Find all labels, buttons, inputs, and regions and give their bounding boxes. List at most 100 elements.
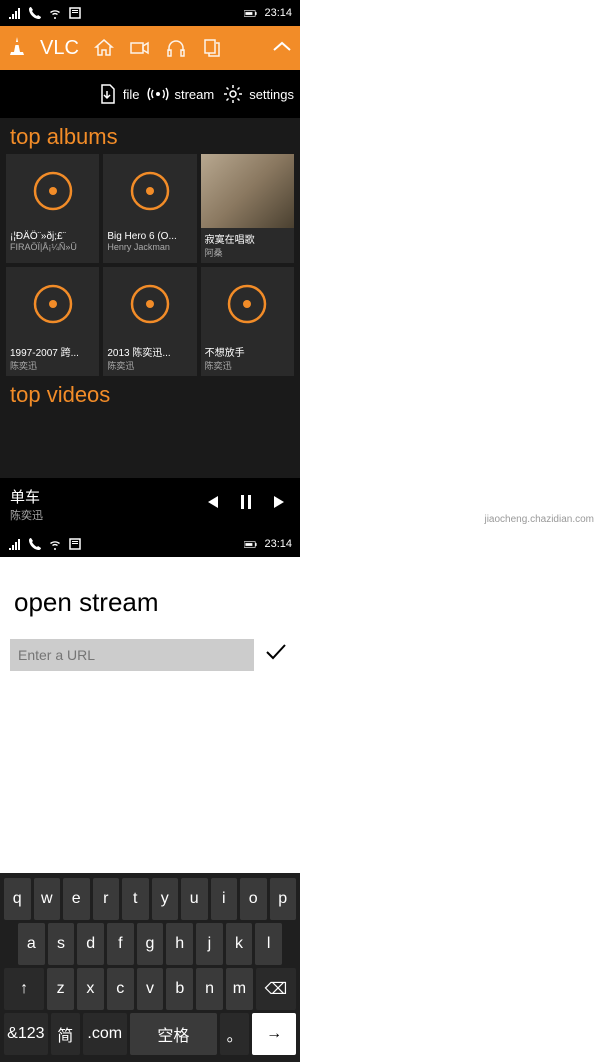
wifi-icon — [48, 537, 62, 551]
album-art-photo — [201, 154, 294, 228]
file-action[interactable]: file — [96, 83, 140, 105]
battery-icon — [244, 6, 258, 20]
action-row: file stream settings — [0, 70, 300, 118]
key-i[interactable]: i — [211, 878, 238, 920]
enter-key[interactable]: → — [252, 1013, 296, 1055]
vlc-cone-icon — [8, 36, 26, 61]
key-s[interactable]: s — [48, 923, 75, 965]
wifi-icon — [48, 6, 62, 20]
confirm-button[interactable] — [262, 638, 290, 671]
phone-icon — [28, 6, 42, 20]
key-p[interactable]: p — [270, 878, 297, 920]
lang-key[interactable]: 简 — [51, 1013, 80, 1055]
prev-button[interactable] — [202, 492, 222, 517]
key-n[interactable]: n — [196, 968, 223, 1010]
key-g[interactable]: g — [137, 923, 164, 965]
key-y[interactable]: y — [152, 878, 179, 920]
vlc-header: VLC — [0, 26, 300, 70]
key-v[interactable]: v — [137, 968, 164, 1010]
status-bar: 23:14 — [0, 531, 300, 557]
stream-action[interactable]: stream — [147, 83, 214, 105]
album-art — [103, 154, 196, 228]
key-w[interactable]: w — [34, 878, 61, 920]
signal-icon — [8, 6, 22, 20]
signal-icon — [8, 537, 22, 551]
key-j[interactable]: j — [196, 923, 223, 965]
next-button[interactable] — [270, 492, 290, 517]
com-key[interactable]: .com — [83, 1013, 127, 1055]
key-u[interactable]: u — [181, 878, 208, 920]
stream-label: stream — [174, 87, 214, 102]
watermark: jiaocheng.chazidian.com — [484, 514, 594, 525]
phone-icon — [28, 537, 42, 551]
album-title: 寂寞在唱歌 — [201, 228, 294, 246]
key-x[interactable]: x — [77, 968, 104, 1010]
key-z[interactable]: z — [47, 968, 74, 1010]
key-l[interactable]: l — [255, 923, 282, 965]
key-o[interactable]: o — [240, 878, 267, 920]
album-artist: 陈奕迅 — [6, 359, 99, 376]
album-item[interactable]: ¡¦ÐÄÖ¨»ðj;£¨FIRAÖÏ|Å¡¼Ñ»Û — [6, 154, 99, 263]
album-art — [201, 267, 294, 341]
key-r[interactable]: r — [93, 878, 120, 920]
headphones-icon[interactable] — [165, 37, 187, 59]
file-label: file — [123, 87, 140, 102]
pause-button[interactable] — [236, 492, 256, 517]
battery-icon — [244, 537, 258, 551]
settings-action[interactable]: settings — [222, 83, 294, 105]
album-item[interactable]: 1997-2007 跨...陈奕迅 — [6, 267, 99, 376]
video-icon[interactable] — [129, 37, 151, 59]
key-c[interactable]: c — [107, 968, 134, 1010]
album-artist: Henry Jackman — [103, 242, 196, 256]
key-k[interactable]: k — [226, 923, 253, 965]
key-e[interactable]: e — [63, 878, 90, 920]
status-time: 23:14 — [264, 7, 292, 19]
key-d[interactable]: d — [77, 923, 104, 965]
album-art — [6, 267, 99, 341]
top-albums-title: top albums — [0, 118, 300, 154]
album-art — [103, 267, 196, 341]
status-time: 23:14 — [264, 538, 292, 550]
now-playing-artist: 陈奕迅 — [10, 507, 202, 523]
top-videos-title: top videos — [0, 376, 300, 412]
key-b[interactable]: b — [166, 968, 193, 1010]
settings-label: settings — [249, 87, 294, 102]
chevron-up-icon[interactable] — [272, 39, 292, 57]
key-f[interactable]: f — [107, 923, 134, 965]
album-item[interactable]: 不想放手陈奕迅 — [201, 267, 294, 376]
album-item[interactable]: Big Hero 6 (O...Henry Jackman — [103, 154, 196, 263]
key-h[interactable]: h — [166, 923, 193, 965]
album-title: ¡¦ÐÄÖ¨»ðj;£¨ — [6, 228, 99, 242]
status-bar: 23:14 — [0, 0, 300, 26]
now-playing-title: 单车 — [10, 486, 202, 507]
album-title: Big Hero 6 (O... — [103, 228, 196, 242]
shift-key[interactable]: ↑ — [4, 968, 44, 1010]
album-artist: 阿桑 — [201, 246, 294, 263]
url-input[interactable] — [10, 639, 254, 671]
album-item[interactable]: 寂寞在唱歌阿桑 — [201, 154, 294, 263]
album-grid: ¡¦ÐÄÖ¨»ðj;£¨FIRAÖÏ|Å¡¼Ñ»ÛBig Hero 6 (O..… — [0, 154, 300, 376]
album-item[interactable]: 2013 陈奕迅...陈奕迅 — [103, 267, 196, 376]
album-art — [6, 154, 99, 228]
notification-icon — [68, 537, 82, 551]
album-artist: FIRAÖÏ|Å¡¼Ñ»Û — [6, 242, 99, 256]
now-playing-bar: 单车 陈奕迅 — [0, 478, 300, 531]
key-m[interactable]: m — [226, 968, 253, 1010]
app-title: VLC — [40, 37, 79, 60]
key-t[interactable]: t — [122, 878, 149, 920]
keyboard: qwertyuiop asdfghjkl ↑zxcvbnm⌫ &123简.com… — [0, 873, 300, 1062]
period-key[interactable]: 。 — [220, 1013, 249, 1055]
album-title: 2013 陈奕迅... — [103, 341, 196, 359]
key-a[interactable]: a — [18, 923, 45, 965]
key-q[interactable]: q — [4, 878, 31, 920]
album-artist: 陈奕迅 — [201, 359, 294, 376]
notification-icon — [68, 6, 82, 20]
open-stream-title: open stream — [0, 557, 300, 638]
numbers-key[interactable]: &123 — [4, 1013, 48, 1055]
home-icon[interactable] — [93, 37, 115, 59]
album-artist: 陈奕迅 — [103, 359, 196, 376]
album-title: 1997-2007 跨... — [6, 341, 99, 359]
backspace-key[interactable]: ⌫ — [256, 968, 296, 1010]
copy-icon[interactable] — [201, 37, 223, 59]
space-key[interactable]: 空格 — [130, 1013, 217, 1055]
